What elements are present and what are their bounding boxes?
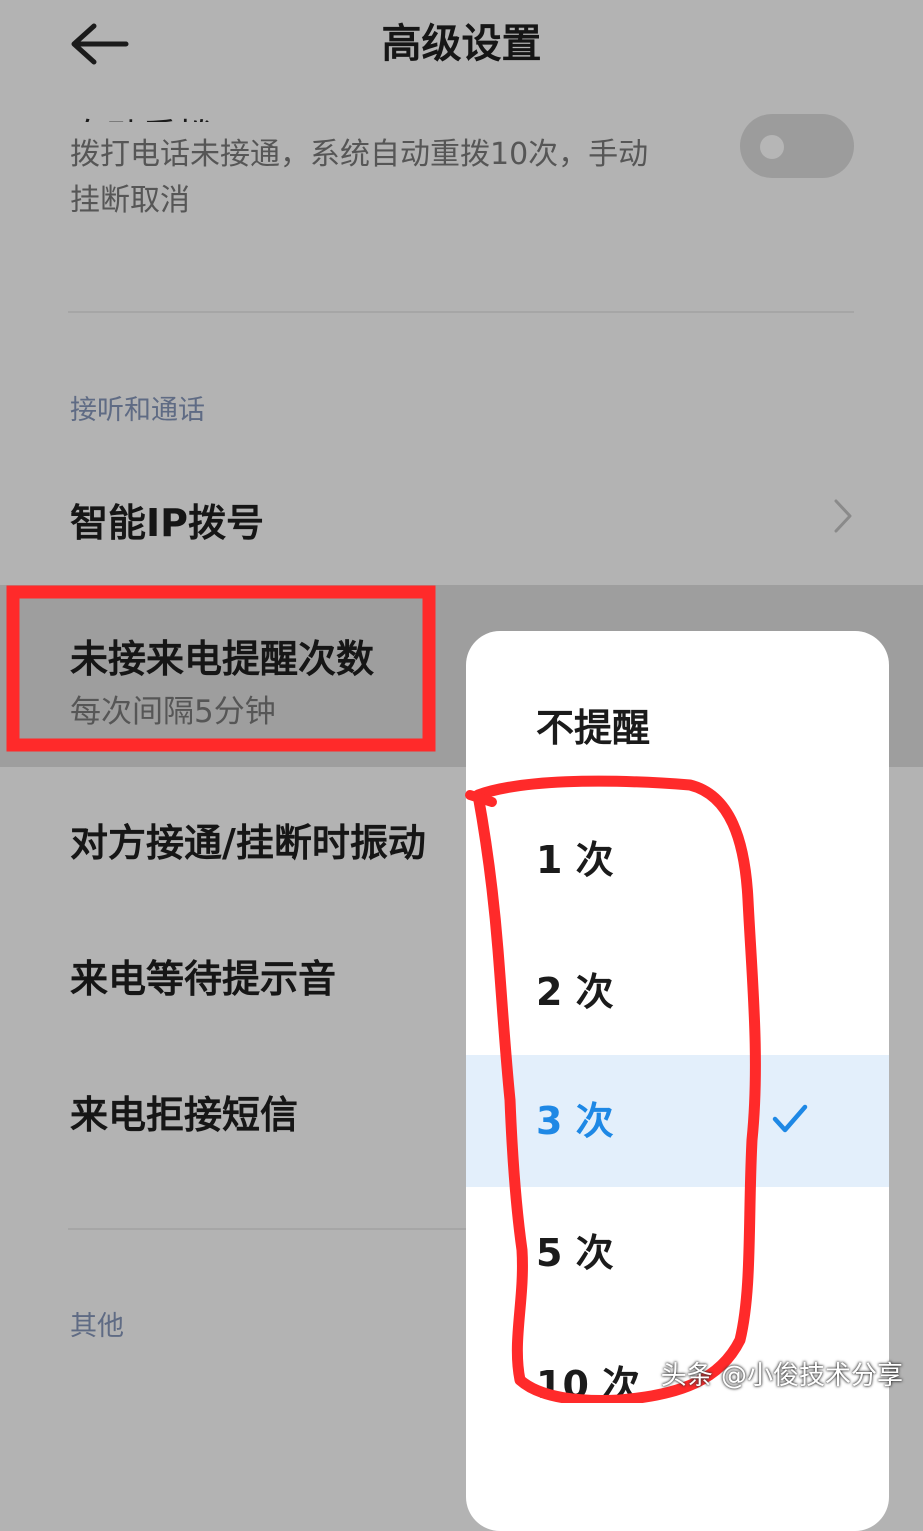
option-2-times[interactable]: 2 次 — [466, 926, 889, 1058]
call-waiting-tone-item[interactable]: 来电等待提示音 — [70, 948, 336, 1003]
auto-redial-description-line: 拨打电话未接通，系统自动重拨10次，手动 — [70, 137, 649, 172]
vibrate-on-connect-item[interactable]: 对方接通/挂断时振动 — [70, 812, 426, 867]
option-label: 10 次 — [536, 1363, 641, 1407]
auto-redial-toggle[interactable] — [740, 114, 854, 178]
auto-redial-title: 自动重拨 — [70, 82, 214, 122]
option-label: 5 次 — [536, 1231, 614, 1275]
option-label: 3 次 — [536, 1099, 614, 1143]
advanced-settings-page: 高级设置 自动重拨 拨打电话未接通，系统自动重拨10次，手动 挂断取消 接听和通… — [0, 0, 923, 1531]
smart-ip-dialing-item[interactable]: 智能IP拨号 — [70, 492, 264, 547]
missed-call-reminder-title: 未接来电提醒次数 — [70, 637, 375, 681]
auto-redial-description: 拨打电话未接通，系统自动重拨10次，手动 挂断取消 — [70, 132, 720, 224]
option-label: 不提醒 — [536, 706, 651, 750]
option-label: 2 次 — [536, 970, 614, 1014]
watermark: 头条 @小俊技术分享 — [660, 1361, 903, 1391]
checkmark-icon — [772, 1104, 808, 1133]
missed-call-reminder-subtitle: 每次间隔5分钟 — [70, 694, 276, 730]
option-label: 1 次 — [536, 838, 614, 882]
option-5-times[interactable]: 5 次 — [466, 1187, 889, 1319]
section-label-other: 其他 — [70, 1311, 124, 1342]
reminder-count-popup: 不提醒 1 次 2 次 3 次 5 次 10 次 — [466, 631, 889, 1531]
toggle-knob — [760, 135, 784, 159]
divider — [68, 311, 854, 313]
page-title: 高级设置 — [381, 21, 542, 67]
auto-redial-description-line: 挂断取消 — [70, 183, 190, 218]
option-3-times[interactable]: 3 次 — [466, 1055, 889, 1187]
reject-sms-item[interactable]: 来电拒接短信 — [70, 1084, 298, 1139]
section-label-answer-and-call: 接听和通话 — [70, 395, 205, 426]
chevron-right-icon — [834, 499, 852, 533]
option-no-reminder[interactable]: 不提醒 — [466, 662, 889, 794]
option-1-time[interactable]: 1 次 — [466, 794, 889, 926]
